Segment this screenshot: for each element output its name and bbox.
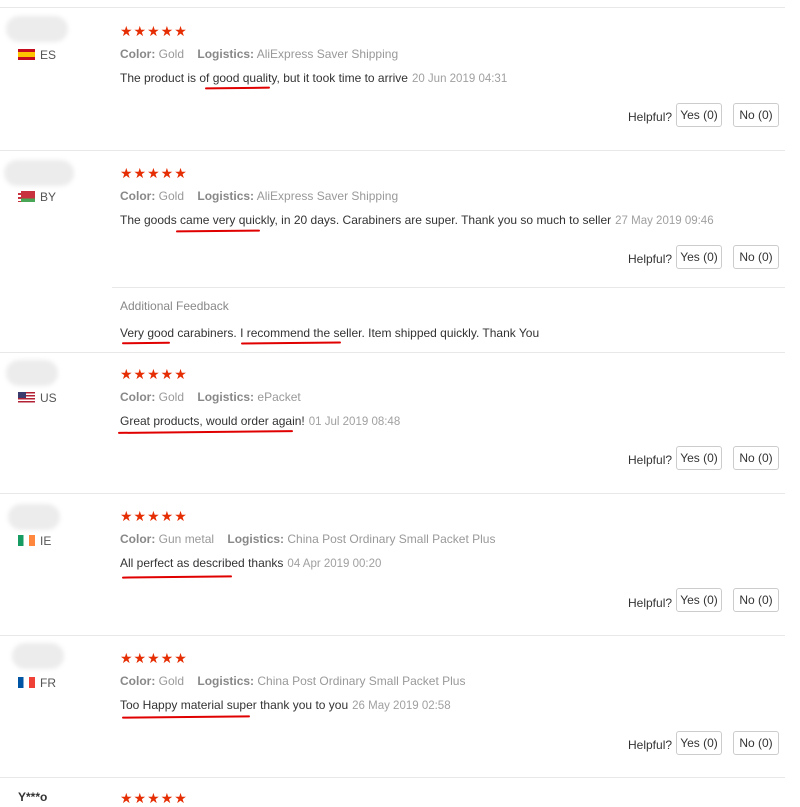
helpful-yes-button[interactable]: Yes (0) — [676, 446, 722, 470]
star-rating: ★★★★★ — [120, 790, 188, 806]
review-text: Great products, would order again! 01 Jul… — [120, 414, 400, 428]
logistics-key: Logistics: — [197, 674, 255, 688]
review-divider — [0, 150, 785, 151]
country-label: FR — [40, 676, 56, 690]
highlight-underline — [204, 86, 271, 90]
logistics-value: AliExpress Saver Shipping — [256, 47, 399, 61]
review-meta: Color: Gold Logistics: AliExpress Saver … — [120, 47, 398, 61]
country-code: IE — [18, 534, 51, 548]
review-date: 26 May 2019 02:58 — [352, 700, 451, 712]
blurred-username — [6, 360, 58, 386]
helpful-label: Helpful? — [628, 453, 673, 467]
color-value: Gun metal — [158, 532, 215, 546]
additional-feedback-label: Additional Feedback — [120, 299, 229, 313]
review-date: 01 Jul 2019 08:48 — [308, 416, 401, 428]
highlight-underline — [121, 575, 233, 579]
ireland-flag-icon — [18, 535, 35, 546]
color-key: Color: — [120, 189, 156, 203]
review-divider — [0, 635, 785, 636]
blurred-username — [8, 504, 60, 530]
star-rating: ★★★★★ — [120, 366, 188, 382]
highlight-underline — [175, 229, 261, 233]
star-rating: ★★★★★ — [120, 23, 188, 39]
review-divider — [0, 777, 785, 778]
review-body: The product is of good quality, but it t… — [120, 71, 408, 85]
logistics-value: ePacket — [257, 390, 301, 404]
logistics-value: China Post Ordinary Small Packet Plus — [257, 674, 466, 688]
review-meta: Color: Gold Logistics: AliExpress Saver … — [120, 189, 398, 203]
helpful-yes-button[interactable]: Yes (0) — [676, 245, 722, 269]
star-rating: ★★★★★ — [120, 165, 188, 181]
color-key: Color: — [120, 532, 156, 546]
country-label: IE — [40, 534, 52, 548]
highlight-underline — [121, 341, 171, 345]
review-date: 27 May 2019 09:46 — [615, 215, 714, 227]
helpful-yes-button[interactable]: Yes (0) — [676, 731, 722, 755]
logistics-value: AliExpress Saver Shipping — [256, 189, 399, 203]
country-label: ES — [40, 48, 57, 62]
helpful-no-button[interactable]: No (0) — [733, 588, 779, 612]
helpful-label: Helpful? — [628, 738, 673, 752]
review-text: All perfect as described thanks 04 Apr 20… — [120, 556, 381, 570]
review-date: 20 Jun 2019 04:31 — [411, 73, 508, 85]
france-flag-icon — [18, 677, 35, 688]
review-body: Great products, would order again! — [120, 414, 305, 428]
color-value: Gold — [158, 189, 185, 203]
color-key: Color: — [120, 390, 156, 404]
review-date: 04 Apr 2019 00:20 — [287, 558, 382, 570]
helpful-label: Helpful? — [628, 252, 673, 266]
logistics-key: Logistics: — [197, 390, 255, 404]
review-divider — [0, 7, 785, 8]
spain-flag-icon — [18, 49, 35, 60]
logistics-value: China Post Ordinary Small Packet Plus — [287, 532, 496, 546]
logistics-key: Logistics: — [227, 532, 285, 546]
review-text: The goods came very quickly, in 20 days.… — [120, 213, 714, 227]
country-code: FR — [18, 676, 56, 690]
reviewer-name: Y***o — [18, 790, 48, 804]
helpful-label: Helpful? — [628, 110, 673, 124]
country-label: US — [40, 391, 57, 405]
review-meta: Color: Gun metal Logistics: China Post O… — [120, 532, 495, 546]
feedback-divider — [112, 287, 785, 288]
review-text: The product is of good quality, but it t… — [120, 71, 507, 85]
logistics-key: Logistics: — [197, 189, 255, 203]
helpful-no-button[interactable]: No (0) — [733, 245, 779, 269]
star-rating: ★★★★★ — [120, 508, 188, 524]
color-key: Color: — [120, 674, 156, 688]
helpful-label: Helpful? — [628, 596, 673, 610]
review-body: The goods came very quickly, in 20 days.… — [120, 213, 612, 227]
review-meta: Color: Gold Logistics: China Post Ordina… — [120, 674, 465, 688]
review-divider — [0, 493, 785, 494]
highlight-underline — [117, 430, 294, 434]
country-code: BY — [18, 190, 56, 204]
country-code: US — [18, 391, 57, 405]
country-label: BY — [40, 190, 57, 204]
helpful-no-button[interactable]: No (0) — [733, 103, 779, 127]
review-body: All perfect as described thanks — [120, 556, 284, 570]
helpful-yes-button[interactable]: Yes (0) — [676, 103, 722, 127]
helpful-no-button[interactable]: No (0) — [733, 731, 779, 755]
helpful-no-button[interactable]: No (0) — [733, 446, 779, 470]
review-text: Too Happy material super thank you to yo… — [120, 698, 451, 712]
blurred-username — [12, 643, 64, 669]
country-code: ES — [18, 48, 56, 62]
review-body: Too Happy material super thank you to yo… — [120, 698, 349, 712]
additional-feedback-text: Very good carabiners. I recommend the se… — [120, 326, 540, 340]
color-value: Gold — [158, 674, 185, 688]
highlight-underline — [240, 341, 342, 345]
belarus-flag-icon — [18, 191, 35, 202]
color-value: Gold — [158, 47, 185, 61]
color-key: Color: — [120, 47, 156, 61]
highlight-underline — [121, 715, 251, 719]
blurred-username — [6, 16, 68, 42]
blurred-username — [4, 160, 74, 186]
star-rating: ★★★★★ — [120, 650, 188, 666]
usa-flag-icon — [18, 392, 35, 403]
logistics-key: Logistics: — [197, 47, 255, 61]
helpful-yes-button[interactable]: Yes (0) — [676, 588, 722, 612]
review-divider — [0, 352, 785, 353]
color-value: Gold — [158, 390, 185, 404]
review-meta: Color: Gold Logistics: ePacket — [120, 390, 301, 404]
